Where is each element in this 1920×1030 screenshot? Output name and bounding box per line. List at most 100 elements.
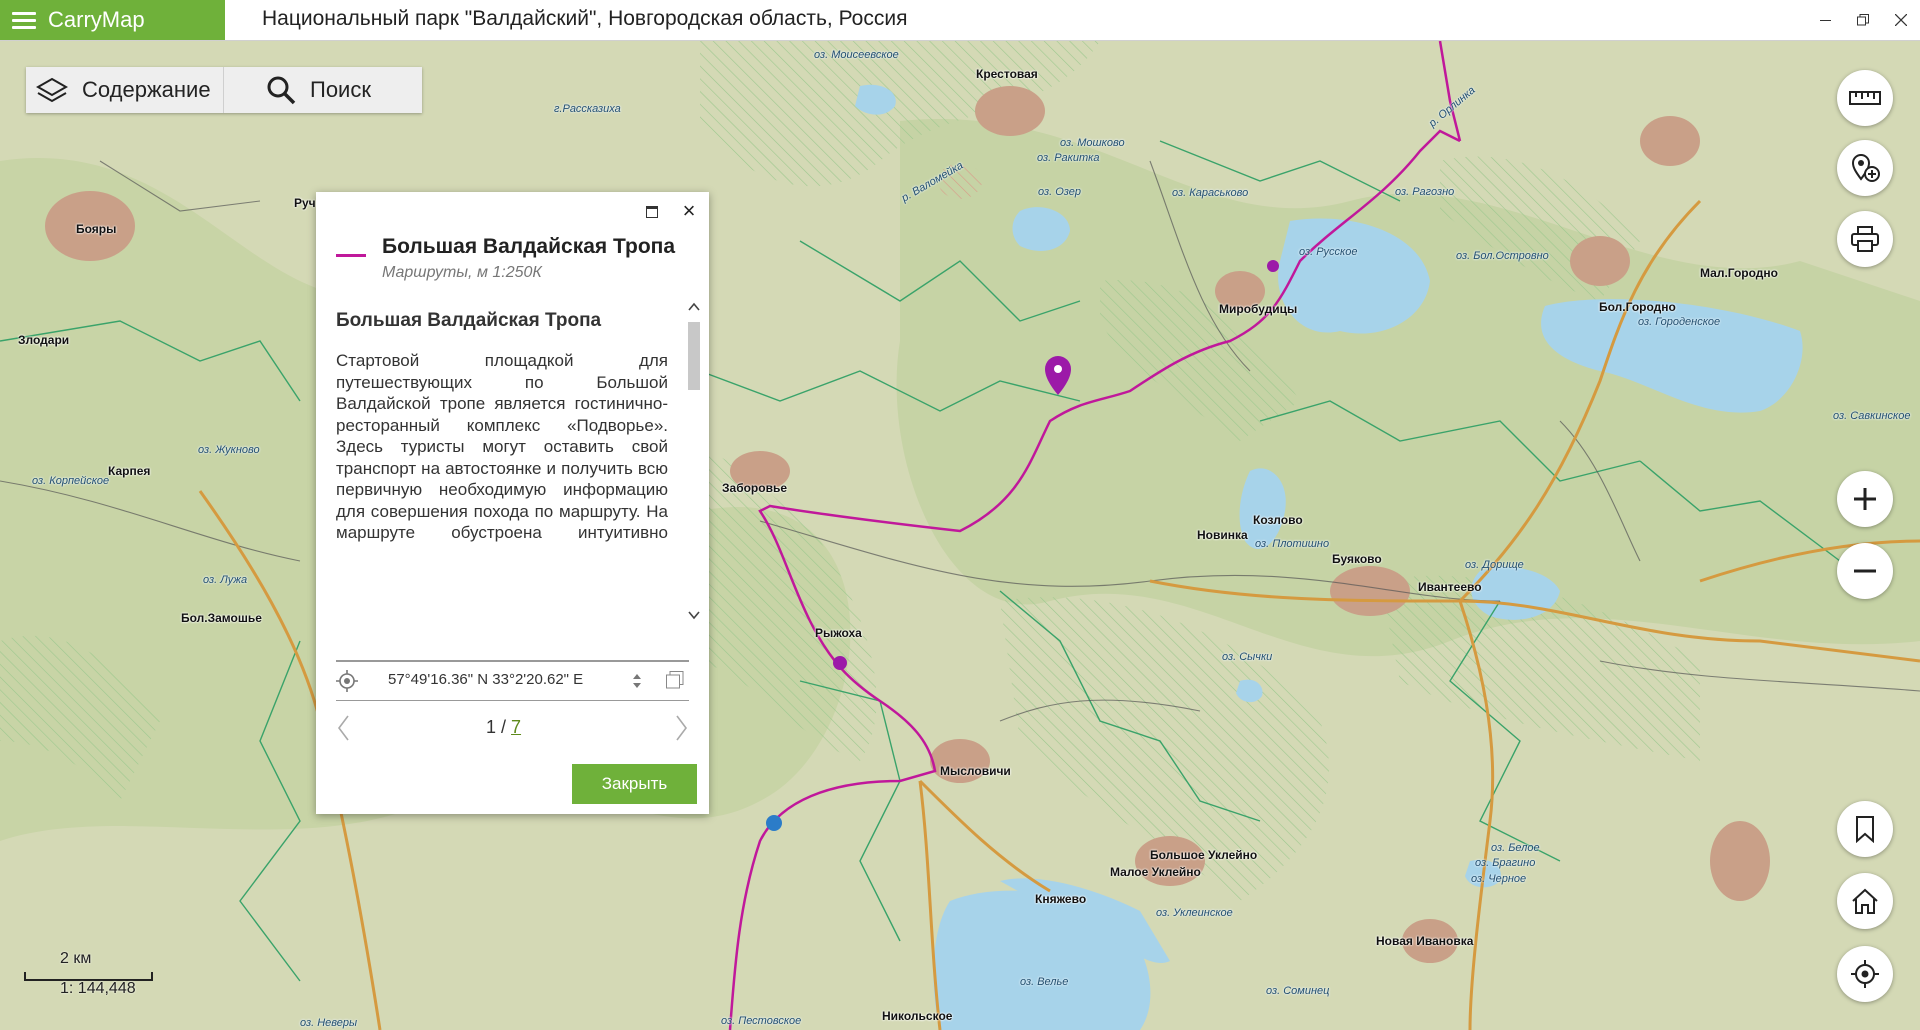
scale-distance: 2 км — [60, 950, 92, 967]
map-label: Карпея — [108, 464, 151, 478]
water-label: оз. Жукново — [198, 444, 260, 456]
app-menu-button[interactable]: CarryMap — [0, 0, 225, 40]
water-label: оз. Караськово — [1172, 187, 1249, 199]
home-button[interactable] — [1837, 873, 1893, 929]
water-label: оз. Рагозно — [1395, 186, 1455, 198]
map-label: Княжево — [1035, 892, 1087, 906]
water-label: оз. Русское — [1299, 246, 1358, 258]
map-label: Руч — [294, 196, 316, 210]
popup-pager: 1 / 7 — [316, 714, 709, 744]
water-label: оз. Дорище — [1465, 559, 1524, 571]
search-label: Поиск — [310, 77, 371, 102]
map-label: Никольское — [882, 1009, 953, 1023]
bookmarks-button[interactable] — [1837, 801, 1893, 857]
water-label: оз. Сычки — [1222, 651, 1273, 663]
map-label: Большое Уклейно — [1150, 848, 1258, 862]
map-label: Ивантеево — [1418, 580, 1482, 594]
add-location-icon — [1851, 154, 1880, 182]
layers-icon — [36, 76, 68, 104]
water-label: оз. Плотишно — [1255, 538, 1330, 550]
window-title: Национальный парк "Валдайский", Новгород… — [262, 7, 908, 30]
map-label: Крестовая — [976, 67, 1038, 81]
water-label: оз. Пестовское — [721, 1015, 802, 1027]
map-label: Мал.Городно — [1700, 266, 1779, 280]
contents-button[interactable]: Содержание — [26, 67, 224, 113]
prev-page-icon[interactable] — [336, 714, 352, 747]
content-heading: Большая Валдайская Тропа — [336, 310, 602, 331]
bookmark-icon — [1856, 816, 1874, 843]
water-label: оз. Лужа — [203, 574, 248, 586]
water-label: оз. Корпейское — [32, 475, 110, 487]
water-label: г.Рассказиха — [554, 103, 621, 115]
map-label: Козлово — [1253, 513, 1303, 527]
top-toolbar: Содержание Поиск — [26, 67, 422, 113]
map-label: Буяково — [1332, 552, 1382, 566]
crosshair-icon — [1851, 960, 1879, 988]
scale-ratio: 1: 144,448 — [60, 980, 136, 997]
popup-close-icon[interactable]: × — [680, 200, 698, 222]
water-label: оз. Соминец — [1266, 985, 1330, 997]
plus-icon — [1854, 488, 1876, 510]
popup-content[interactable]: Большая Валдайская Тропа Стартовой площа… — [336, 292, 689, 548]
water-label: оз. Белое — [1491, 842, 1540, 854]
search-button[interactable]: Поиск — [224, 67, 422, 113]
minimize-button[interactable] — [1806, 0, 1844, 40]
water-label: оз. Савкинское — [1833, 410, 1911, 422]
water-label: оз. Неверы — [300, 1017, 358, 1029]
zoom-out-button[interactable] — [1837, 543, 1893, 599]
page-total-link[interactable]: 7 — [511, 717, 521, 737]
format-toggle-icon[interactable] — [632, 673, 642, 694]
route-legend-swatch — [336, 254, 366, 257]
feature-info-popup: × Большая Валдайская Тропа Маршруты, м 1… — [316, 192, 709, 814]
close-popup-button[interactable]: Закрыть — [572, 764, 697, 804]
water-label: оз. Ракитка — [1037, 152, 1100, 164]
water-label: оз. Моисеевское — [814, 49, 899, 61]
coordinate-bar: 57°49'16.36" N 33°2'20.62" E — [336, 660, 689, 701]
add-placemark-button[interactable] — [1837, 140, 1893, 196]
water-label: оз. Уклеинское — [1156, 907, 1233, 919]
my-location-button[interactable] — [1837, 946, 1893, 1002]
map-graphics — [0, 41, 1920, 1030]
map-label: Малое Уклейно — [1110, 865, 1201, 879]
popup-subtitle: Маршруты, м 1:250К — [382, 264, 542, 281]
close-window-icon — [1895, 14, 1907, 26]
locate-icon[interactable] — [336, 670, 358, 697]
print-button[interactable] — [1837, 211, 1893, 267]
copy-icon[interactable] — [666, 671, 684, 694]
maximize-popup-button[interactable] — [644, 204, 660, 220]
search-icon — [266, 75, 296, 105]
popup-title: Большая Валдайская Тропа — [382, 235, 676, 258]
next-page-icon[interactable] — [673, 714, 689, 747]
maximize-icon — [646, 206, 658, 218]
restore-icon — [1857, 14, 1869, 26]
map-label: Злодари — [18, 333, 70, 347]
close-window-button[interactable] — [1882, 0, 1920, 40]
map-label: Заборовье — [722, 481, 788, 495]
water-label: оз. Черное — [1471, 873, 1527, 885]
water-label: оз. Велье — [1020, 976, 1069, 988]
page-separator: / — [496, 717, 512, 737]
restore-button[interactable] — [1844, 0, 1882, 40]
map-label: Миробудицы — [1219, 302, 1298, 316]
map-canvas[interactable]: Крестовая Бояры Руч Злодари Карпея Бол.З… — [0, 41, 1920, 1030]
map-label: Новая Ивановка — [1376, 934, 1474, 948]
water-label: оз. Брагино — [1475, 857, 1536, 869]
map-label: Новинка — [1197, 528, 1248, 542]
page-indicator: 1 / 7 — [486, 717, 521, 738]
ruler-icon — [1849, 91, 1881, 105]
hamburger-icon — [12, 11, 36, 29]
water-label: оз. Бол.Островно — [1456, 250, 1549, 262]
printer-icon — [1851, 226, 1879, 252]
map-label: Бояры — [76, 222, 117, 236]
map-label: Бол.Замошье — [181, 611, 262, 625]
zoom-in-button[interactable] — [1837, 471, 1893, 527]
map-label: Бол.Городно — [1599, 300, 1676, 314]
page-current: 1 — [486, 717, 497, 737]
home-icon — [1852, 888, 1878, 914]
water-label: оз. Мошково — [1060, 137, 1125, 149]
water-label: оз. Озер — [1038, 186, 1082, 198]
coordinates-value: 57°49'16.36" N 33°2'20.62" E — [388, 671, 584, 688]
popup-scrollbar[interactable] — [686, 296, 702, 628]
measure-button[interactable] — [1837, 70, 1893, 126]
map-label: Рыжоха — [815, 626, 862, 640]
